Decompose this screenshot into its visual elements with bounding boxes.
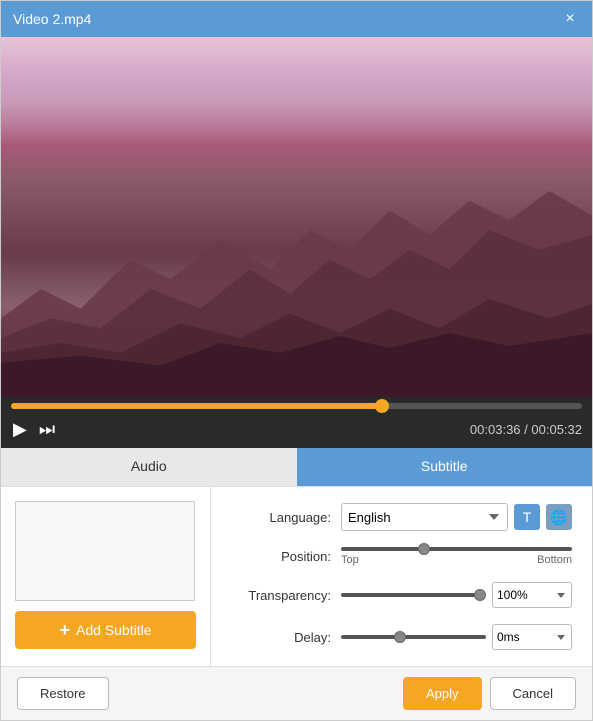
progress-bar[interactable] (11, 403, 582, 409)
position-label: Position: (231, 549, 331, 564)
progress-thumb (375, 399, 389, 413)
plus-icon: + (59, 621, 70, 639)
delay-slider[interactable] (341, 635, 486, 639)
delay-select[interactable]: 0ms 100ms 200ms 500ms 1000ms (492, 624, 572, 650)
tab-subtitle[interactable]: Subtitle (297, 448, 593, 486)
main-window: Video 2.mp4 × ▶ ⏭ 00:03:36 / (0, 0, 593, 721)
language-select[interactable]: English Spanish French German Chinese Ja… (341, 503, 508, 531)
position-slider-area: Top Bottom (341, 547, 572, 566)
add-subtitle-button[interactable]: + Add Subtitle (15, 611, 196, 649)
right-panel: Language: English Spanish French German … (211, 487, 592, 666)
delay-label: Delay: (231, 630, 331, 645)
transparency-label: Transparency: (231, 588, 331, 603)
position-slider[interactable] (341, 547, 572, 551)
content-area: Subtitle + Add Subtitle Language: Englis… (1, 487, 592, 666)
delay-row: Delay: 0ms 100ms 200ms 500ms 1000ms (231, 624, 572, 650)
video-thumbnail (1, 37, 592, 397)
play-button[interactable]: ▶ (11, 417, 29, 442)
total-time: 00:05:32 (531, 422, 582, 437)
transparency-select[interactable]: 100% 90% 80% 70% 60% 50% (492, 582, 572, 608)
progress-fill (11, 403, 382, 409)
bottom-right: Apply Cancel (403, 677, 576, 710)
tab-audio[interactable]: Audio (1, 448, 297, 486)
current-time: 00:03:36 (470, 422, 521, 437)
position-labels: Top Bottom (341, 554, 572, 566)
restore-button[interactable]: Restore (17, 677, 109, 710)
apply-button[interactable]: Apply (403, 677, 482, 710)
globe-icon: 🌐 (550, 509, 567, 526)
tabs-row: Audio Subtitle (1, 448, 592, 487)
position-bottom-label: Bottom (537, 554, 572, 566)
language-label: Language: (231, 510, 331, 525)
bottom-left: Restore (17, 677, 109, 710)
add-subtitle-label: Add Subtitle (76, 622, 152, 638)
transparency-row: Transparency: 100% 90% 80% 70% 60% 50% (231, 582, 572, 608)
language-row: Language: English Spanish French German … (231, 503, 572, 531)
skip-button[interactable]: ⏭ (37, 417, 57, 442)
time-display: 00:03:36 / 00:05:32 (470, 422, 582, 437)
position-top-label: Top (341, 554, 359, 566)
language-control: English Spanish French German Chinese Ja… (341, 503, 572, 531)
title-bar: Video 2.mp4 × (1, 1, 592, 37)
controls-row: ▶ ⏭ 00:03:36 / 00:05:32 (11, 417, 582, 442)
text-style-button[interactable]: T (514, 504, 540, 530)
transparency-control: 100% 90% 80% 70% 60% 50% (341, 582, 572, 608)
position-control: Top Bottom (341, 547, 572, 566)
cancel-button[interactable]: Cancel (490, 677, 576, 710)
delay-control: 0ms 100ms 200ms 500ms 1000ms (341, 624, 572, 650)
globe-button[interactable]: 🌐 (546, 504, 572, 530)
window-title: Video 2.mp4 (13, 11, 91, 27)
subtitle-preview: Subtitle (15, 501, 195, 601)
left-panel: Subtitle + Add Subtitle (1, 487, 211, 666)
text-icon: T (523, 509, 532, 525)
video-area (1, 37, 592, 397)
position-row: Position: Top Bottom (231, 547, 572, 566)
close-button[interactable]: × (560, 9, 580, 29)
controls-left: ▶ ⏭ (11, 417, 57, 442)
mountain-overlay (1, 181, 592, 397)
transparency-slider[interactable] (341, 593, 486, 597)
video-controls-bar: ▶ ⏭ 00:03:36 / 00:05:32 (1, 397, 592, 448)
bottom-bar: Restore Apply Cancel (1, 666, 592, 720)
